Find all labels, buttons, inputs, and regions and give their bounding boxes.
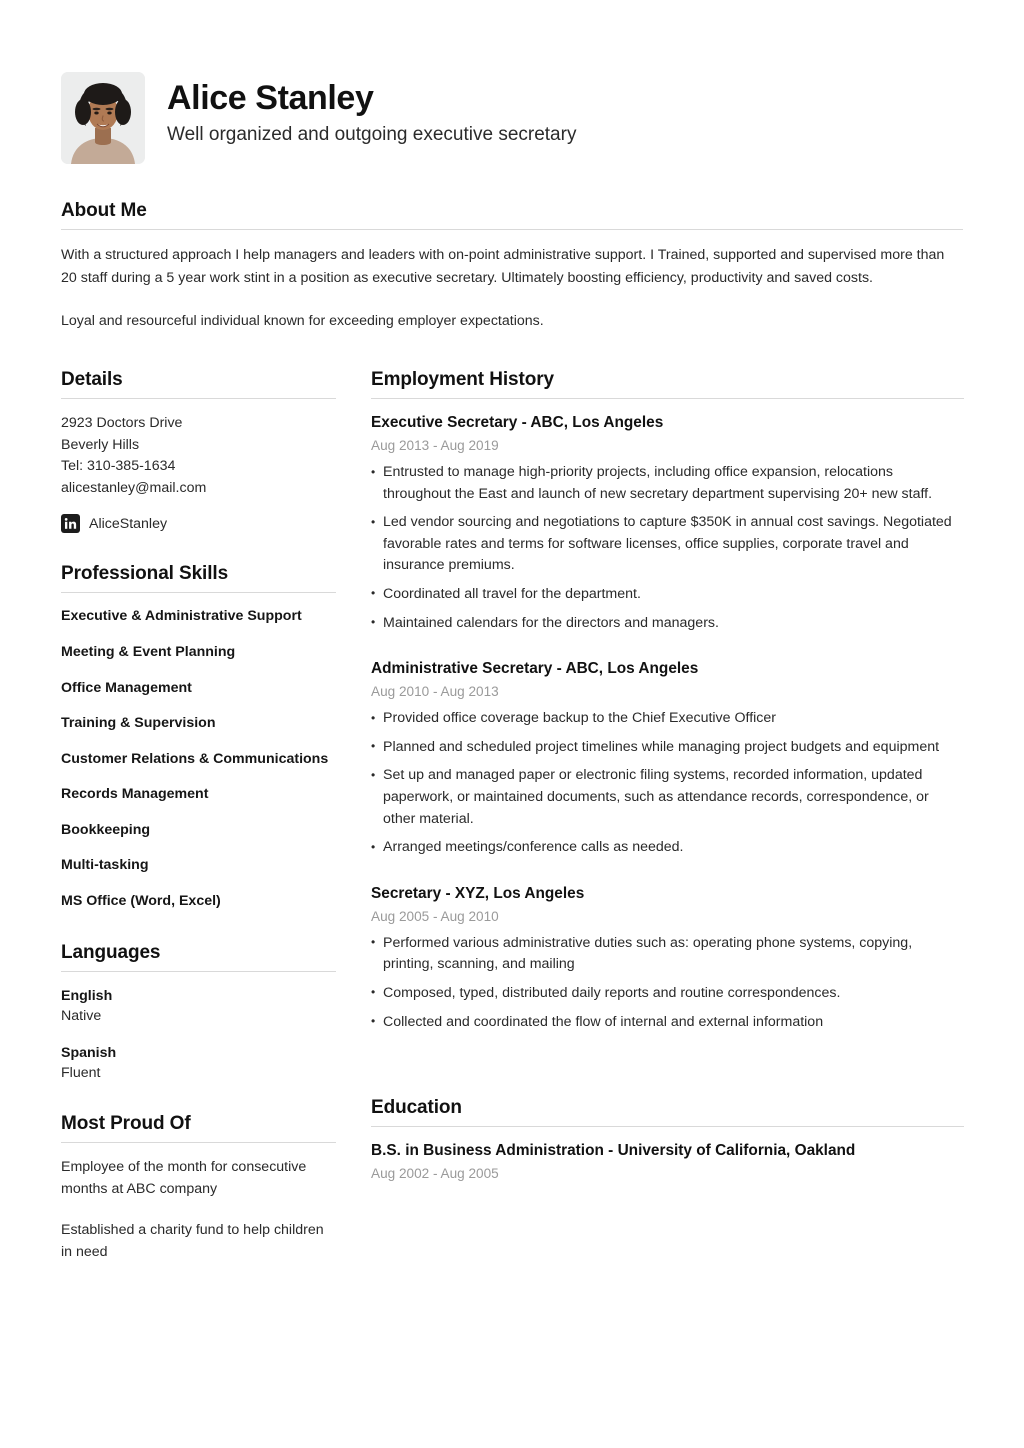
list-item: Maintained calendars for the directors a… xyxy=(371,612,964,635)
about-paragraph: With a structured approach I help manage… xyxy=(61,247,945,286)
list-item: Training & Supervision xyxy=(61,715,216,732)
language-name: English xyxy=(61,987,113,1004)
education-divider xyxy=(371,1126,964,1128)
languages-list: English Native Spanish Fluent xyxy=(61,986,336,1084)
job-dates: Aug 2005 - Aug 2010 xyxy=(371,908,499,924)
city-line: Beverly Hills xyxy=(61,436,140,453)
list-item: Planned and scheduled project timelines … xyxy=(371,736,964,759)
job-entry: Administrative Secretary - ABC, Los Ange… xyxy=(371,659,964,859)
skills-section: Professional Skills Executive & Administ… xyxy=(61,563,336,911)
languages-section: Languages English Native Spanish Fluent xyxy=(61,942,336,1084)
job-title: Administrative Secretary - ABC, Los Ange… xyxy=(371,660,699,678)
phone-line: Tel: 310-385-1634 xyxy=(61,458,176,475)
list-item: Bookkeeping xyxy=(61,821,151,838)
about-heading: About Me xyxy=(61,200,147,221)
most-proud-of-heading: Most Proud Of xyxy=(61,1113,191,1135)
skills-heading: Professional Skills xyxy=(61,563,229,585)
list-item: Customer Relations & Communications xyxy=(61,750,329,767)
job-dates: Aug 2013 - Aug 2019 xyxy=(371,437,499,453)
profile-photo-image xyxy=(61,72,145,164)
job-title: Secretary - XYZ, Los Angeles xyxy=(371,884,585,902)
sidebar-column: Details 2923 Doctors Drive Beverly Hills… xyxy=(61,369,336,1264)
job-bullets: Performed various administrative duties … xyxy=(371,932,964,1034)
job-bullets: Entrusted to manage high-priority projec… xyxy=(371,462,964,634)
list-item: Established a charity fund to help child… xyxy=(61,1222,324,1261)
skills-list: Executive & Administrative Support Meeti… xyxy=(61,607,336,911)
job-entry: Executive Secretary - ABC, Los Angeles A… xyxy=(371,413,964,634)
languages-heading: Languages xyxy=(61,941,161,963)
education-entry: B.S. in Business Administration - Univer… xyxy=(371,1141,964,1183)
employment-history-heading: Employment History xyxy=(371,369,554,390)
identity-block: Alice Stanley Well organized and outgoin… xyxy=(167,72,576,146)
linkedin-handle: AliceStanley xyxy=(89,515,168,532)
email-line[interactable]: alicestanley@mail.com xyxy=(61,478,336,500)
list-item: Meeting & Event Planning xyxy=(61,643,236,660)
most-proud-of-list: Employee of the month for consecutive mo… xyxy=(61,1157,336,1263)
body-columns: Details 2923 Doctors Drive Beverly Hills… xyxy=(61,369,964,1264)
list-item: Entrusted to manage high-priority projec… xyxy=(371,462,964,505)
professional-headline: Well organized and outgoing executive se… xyxy=(167,123,577,145)
list-item: Provided office coverage backup to the C… xyxy=(371,708,964,730)
list-item: Employee of the month for consecutive mo… xyxy=(61,1159,307,1197)
employment-history-divider xyxy=(371,398,964,399)
list-item: Arranged meetings/conference calls as ne… xyxy=(371,837,964,859)
contact-details: 2923 Doctors Drive Beverly Hills Tel: 31… xyxy=(61,413,336,499)
job-dates: Aug 2010 - Aug 2013 xyxy=(371,683,499,699)
address-line: 2923 Doctors Drive xyxy=(61,415,183,431)
employment-history-section: Employment History Executive Secretary -… xyxy=(371,369,964,1033)
language-name: Spanish xyxy=(61,1044,117,1061)
education-section: Education B.S. in Business Administratio… xyxy=(371,1097,964,1183)
linkedin-row[interactable]: AliceStanley xyxy=(61,514,336,534)
most-proud-of-section: Most Proud Of Employee of the month for … xyxy=(61,1113,336,1263)
resume-page: Alice Stanley Well organized and outgoin… xyxy=(0,0,1024,1448)
about-divider xyxy=(61,229,963,230)
language-level: Fluent xyxy=(61,1065,101,1082)
details-heading: Details xyxy=(61,369,123,390)
education-dates: Aug 2002 - Aug 2005 xyxy=(371,1165,499,1181)
list-item: Coordinated all travel for the departmen… xyxy=(371,583,964,606)
list-item: English Native xyxy=(61,986,336,1026)
languages-divider xyxy=(61,970,336,972)
list-item: Records Management xyxy=(61,786,209,803)
education-title: B.S. in Business Administration - Univer… xyxy=(371,1142,856,1160)
details-divider xyxy=(61,398,336,399)
job-bullets: Provided office coverage backup to the C… xyxy=(371,708,964,858)
skills-divider xyxy=(61,592,336,594)
education-heading: Education xyxy=(371,1097,462,1119)
details-section: Details 2923 Doctors Drive Beverly Hills… xyxy=(61,369,336,534)
resume-header: Alice Stanley Well organized and outgoin… xyxy=(61,72,963,164)
list-item: Office Management xyxy=(61,679,192,696)
list-item: Collected and coordinated the flow of in… xyxy=(371,1011,964,1034)
job-entry: Secretary - XYZ, Los Angeles Aug 2005 - … xyxy=(371,884,964,1033)
linkedin-icon xyxy=(61,514,80,534)
list-item: Composed, typed, distributed daily repor… xyxy=(371,982,964,1005)
most-proud-of-divider xyxy=(61,1142,336,1144)
list-item: Spanish Fluent xyxy=(61,1043,336,1083)
job-title: Executive Secretary - ABC, Los Angeles xyxy=(371,414,664,431)
list-item: Performed various administrative duties … xyxy=(371,932,964,976)
about-paragraph: Loyal and resourceful individual known f… xyxy=(61,313,544,329)
list-item: MS Office (Word, Excel) xyxy=(61,893,221,910)
list-item: Executive & Administrative Support xyxy=(61,608,302,625)
list-item: Set up and managed paper or electronic f… xyxy=(371,765,964,830)
profile-photo xyxy=(61,72,145,164)
main-column: Employment History Executive Secretary -… xyxy=(371,369,964,1183)
about-section: About Me With a structured approach I he… xyxy=(61,200,963,333)
language-level: Native xyxy=(61,1007,102,1024)
list-item: Multi-tasking xyxy=(61,857,149,874)
list-item: Led vendor sourcing and negotiations to … xyxy=(371,512,964,577)
page-title: Alice Stanley xyxy=(167,79,374,117)
